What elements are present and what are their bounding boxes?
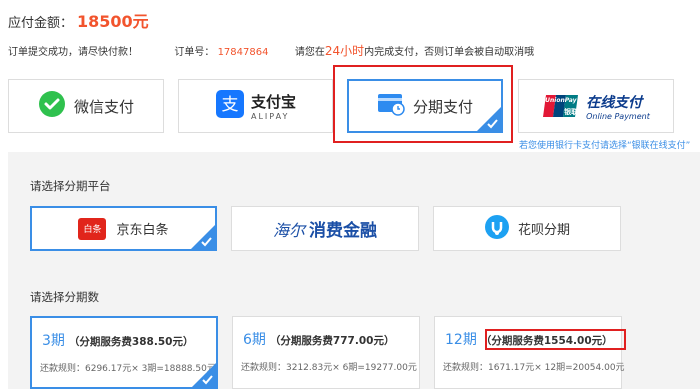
payment-method-wechat[interactable]: 微信支付 <box>8 79 164 133</box>
platform-jd-baitiao[interactable]: 白条 京东白条 <box>30 206 217 251</box>
term-period: 6期 <box>243 332 266 348</box>
term-fee: （分期服务费388.50元） <box>68 336 194 348</box>
term-fee: （分期服务费777.00元） <box>269 335 395 347</box>
deadline-time: 24小时 <box>324 44 365 58</box>
wechat-label: 微信支付 <box>73 97 134 116</box>
amount-row: 应付金额： 18500元 <box>8 8 149 32</box>
jd-baitiao-icon: 白条 <box>78 217 107 240</box>
alipay-icon: 支 <box>215 89 245 123</box>
term-period: 12期 <box>445 332 477 348</box>
bank-card-hint: 若您使用银行卡支付请选择“银联在线支付” <box>519 141 691 151</box>
deadline-prefix: 请您在 <box>294 47 325 58</box>
highlight-frame-installment <box>333 65 513 143</box>
term-option-12[interactable]: 12期 （分期服务费1554.00元） 还款规则：1671.17元× 12期=2… <box>434 316 625 389</box>
platform-huabei[interactable]: 花呗分期 <box>433 206 621 251</box>
svg-text:支: 支 <box>221 95 238 115</box>
order-success-text: 订单提交成功，请尽快付款！ <box>8 47 138 58</box>
jd-logo-text: 白条 <box>83 225 102 235</box>
unionpay-icon: UnionPay 银联 <box>542 94 580 118</box>
order-no: 17847864 <box>217 47 269 58</box>
huabei-icon <box>484 214 510 244</box>
payment-method-alipay[interactable]: 支 支付宝 ALIPAY <box>178 79 333 133</box>
selected-check-icon <box>192 363 216 387</box>
amount-label: 应付金额： <box>8 16 74 31</box>
selected-check-icon <box>191 225 215 249</box>
jd-baitiao-label: 京东白条 <box>116 223 169 238</box>
term-rule: 还款规则：6296.17元× 3期=18888.50元 <box>40 364 216 374</box>
alipay-sub: ALIPAY <box>250 112 290 121</box>
platform-haier-finance[interactable]: 海尔 消费金融 <box>231 206 419 251</box>
alipay-label: 支付宝 <box>250 93 296 111</box>
unionpay-sub: Online Payment <box>586 111 650 121</box>
wechat-icon <box>38 90 66 122</box>
payment-method-unionpay[interactable]: UnionPay 银联 在线支付 Online Payment <box>518 79 674 133</box>
term-head: 3期 （分期服务费388.50元） <box>42 330 193 350</box>
unionpay-badge-top: UnionPay <box>545 97 577 104</box>
deadline-suffix: 内完成支付，否则订单会被自动取消哦 <box>364 47 535 58</box>
huabei-label: 花呗分期 <box>517 223 570 238</box>
unionpay-label: 在线支付 <box>586 94 643 111</box>
term-head: 6期 （分期服务费777.00元） <box>243 329 394 349</box>
term-rule: 还款规则：3212.83元× 6期=19277.00元 <box>241 363 417 373</box>
haier-finance-label: 消费金融 <box>309 221 377 241</box>
highlight-frame-fee <box>485 329 626 350</box>
order-no-label: 订单号： <box>174 47 215 58</box>
term-period: 3期 <box>42 333 65 349</box>
terms-section-title: 请选择分期数 <box>30 290 99 304</box>
platform-section-title: 请选择分期平台 <box>30 179 111 193</box>
term-option-6[interactable]: 6期 （分期服务费777.00元） 还款规则：3212.83元× 6期=1927… <box>232 316 420 389</box>
amount-value: 18500元 <box>77 12 149 31</box>
haier-finance-icon: 海尔 <box>272 220 305 240</box>
term-option-3[interactable]: 3期 （分期服务费388.50元） 还款规则：6296.17元× 3期=1888… <box>30 316 218 389</box>
payment-page: 应付金额： 18500元 订单提交成功，请尽快付款！ 订单号： 17847864… <box>0 0 700 389</box>
unionpay-badge-bottom: 银联 <box>564 108 579 116</box>
order-info-row: 订单提交成功，请尽快付款！ 订单号： 17847864 请您在24小时内完成支付… <box>8 42 534 59</box>
term-rule: 还款规则：1671.17元× 12期=20054.00元 <box>443 363 625 373</box>
